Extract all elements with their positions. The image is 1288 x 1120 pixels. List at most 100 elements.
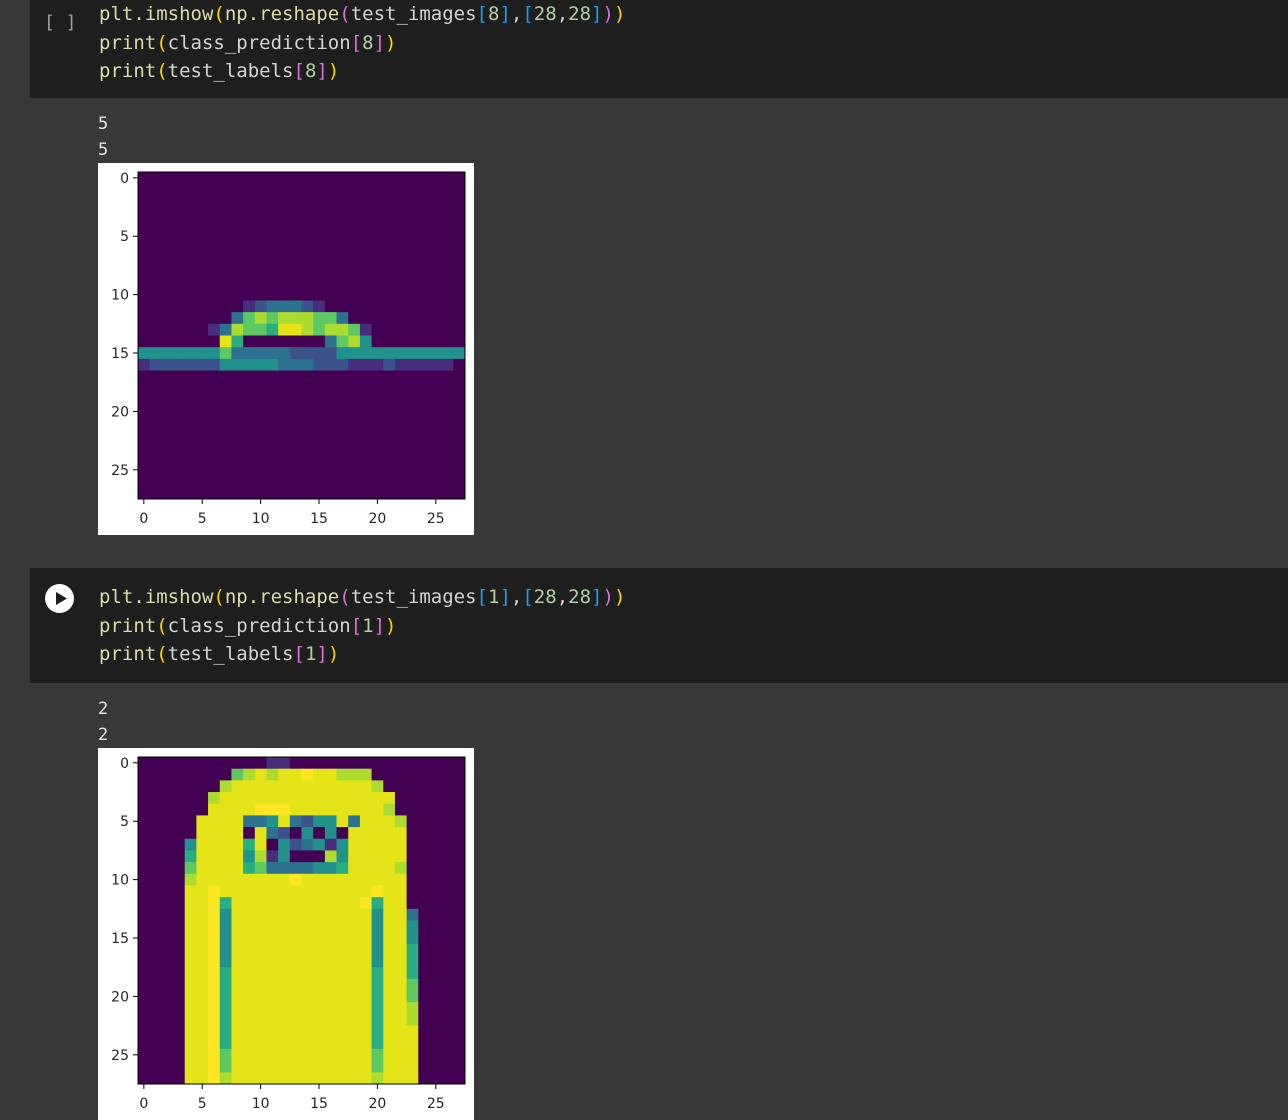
pixel xyxy=(138,253,151,266)
pixel xyxy=(138,990,151,1003)
code-token: class_prediction xyxy=(167,31,351,54)
pixel xyxy=(196,230,209,243)
pixel xyxy=(208,288,221,301)
pixel xyxy=(173,277,186,290)
pixel xyxy=(138,358,151,371)
pixel xyxy=(266,440,279,453)
pixel xyxy=(149,195,162,208)
pixel xyxy=(429,428,443,442)
code-editor[interactable]: plt.imshow(np.reshape(test_images[1],[28… xyxy=(99,583,625,669)
pixel xyxy=(336,1002,349,1015)
code-cell-1[interactable]: [ ] plt.imshow(np.reshape(test_images[8]… xyxy=(30,0,1288,98)
code-editor[interactable]: plt.imshow(np.reshape(test_images[8],[28… xyxy=(99,0,625,86)
pixel xyxy=(208,1037,221,1050)
pixel xyxy=(359,335,372,348)
code-line[interactable]: plt.imshow(np.reshape(test_images[8],[28… xyxy=(99,0,625,29)
pixel xyxy=(196,838,209,851)
pixel xyxy=(231,978,244,991)
pixel xyxy=(301,487,314,500)
pixel xyxy=(254,920,267,933)
code-line[interactable]: print(test_labels[1]) xyxy=(99,640,625,669)
pixel xyxy=(371,265,384,278)
pixel xyxy=(441,768,454,781)
pixel xyxy=(161,955,174,968)
pixel xyxy=(173,815,186,828)
pixel xyxy=(161,815,174,828)
pixel xyxy=(406,838,419,851)
pixel xyxy=(371,885,384,898)
pixel xyxy=(266,288,279,301)
pixel xyxy=(371,405,384,418)
pixel xyxy=(418,230,431,243)
pixel xyxy=(406,1013,419,1027)
pixel xyxy=(383,195,396,208)
pixel xyxy=(289,955,302,968)
pixel xyxy=(406,323,419,336)
code-line[interactable]: plt.imshow(np.reshape(test_images[1],[28… xyxy=(99,583,625,612)
pixel xyxy=(383,218,396,231)
pixel xyxy=(301,780,314,793)
pixel xyxy=(359,803,372,816)
pixel xyxy=(231,382,244,395)
pixel xyxy=(208,1013,221,1027)
pixel xyxy=(324,265,337,278)
pixel xyxy=(231,920,244,933)
pixel xyxy=(231,323,244,336)
pixel xyxy=(324,277,337,290)
pixel xyxy=(219,300,232,313)
pixel xyxy=(301,1025,314,1038)
code-line[interactable]: print(class_prediction[1]) xyxy=(99,612,625,641)
pixel xyxy=(149,792,162,805)
pixel xyxy=(138,463,151,477)
pixel xyxy=(266,1048,279,1062)
code-line[interactable]: print(class_prediction[8]) xyxy=(99,29,625,58)
pixel xyxy=(394,1037,408,1050)
pixel xyxy=(289,195,302,208)
pixel xyxy=(348,943,361,956)
pixel xyxy=(184,862,197,875)
pixel xyxy=(429,978,443,991)
pixel xyxy=(173,1013,186,1027)
pixel xyxy=(336,463,349,477)
pixel xyxy=(313,475,326,488)
pixel xyxy=(359,1060,372,1073)
pixel xyxy=(196,428,209,442)
code-token: ] xyxy=(499,3,511,25)
pixel xyxy=(383,300,396,313)
pixel xyxy=(383,242,396,255)
pixel xyxy=(336,803,349,816)
execution-indicator[interactable]: [ ] xyxy=(44,12,77,33)
pixel xyxy=(161,207,174,220)
pixel xyxy=(336,312,349,325)
pixel xyxy=(336,487,349,500)
pixel xyxy=(289,990,302,1003)
pixel xyxy=(196,1002,209,1015)
pixel xyxy=(406,908,419,921)
pixel xyxy=(196,417,209,430)
pixel xyxy=(441,850,454,863)
pixel xyxy=(394,300,408,313)
pixel xyxy=(289,943,302,956)
code-cell-2[interactable]: plt.imshow(np.reshape(test_images[1],[28… xyxy=(30,568,1288,683)
pixel xyxy=(208,885,221,898)
pixel xyxy=(441,955,454,968)
pixel xyxy=(289,300,302,313)
pixel xyxy=(324,183,337,196)
code-line[interactable]: print(test_labels[8]) xyxy=(99,57,625,86)
pixel xyxy=(418,1002,431,1015)
pixel xyxy=(324,358,337,371)
pixel xyxy=(441,393,454,406)
pixel xyxy=(313,768,326,781)
pixel xyxy=(324,932,337,945)
pixel xyxy=(138,955,151,968)
pixel xyxy=(429,300,443,313)
pixel xyxy=(371,195,384,208)
pixel xyxy=(278,920,291,933)
pixel xyxy=(371,862,384,875)
pixel xyxy=(266,463,279,477)
pixel xyxy=(336,990,349,1003)
pixel xyxy=(313,955,326,968)
run-cell-button[interactable] xyxy=(45,584,74,613)
pixel xyxy=(336,452,349,465)
pixel xyxy=(301,242,314,255)
